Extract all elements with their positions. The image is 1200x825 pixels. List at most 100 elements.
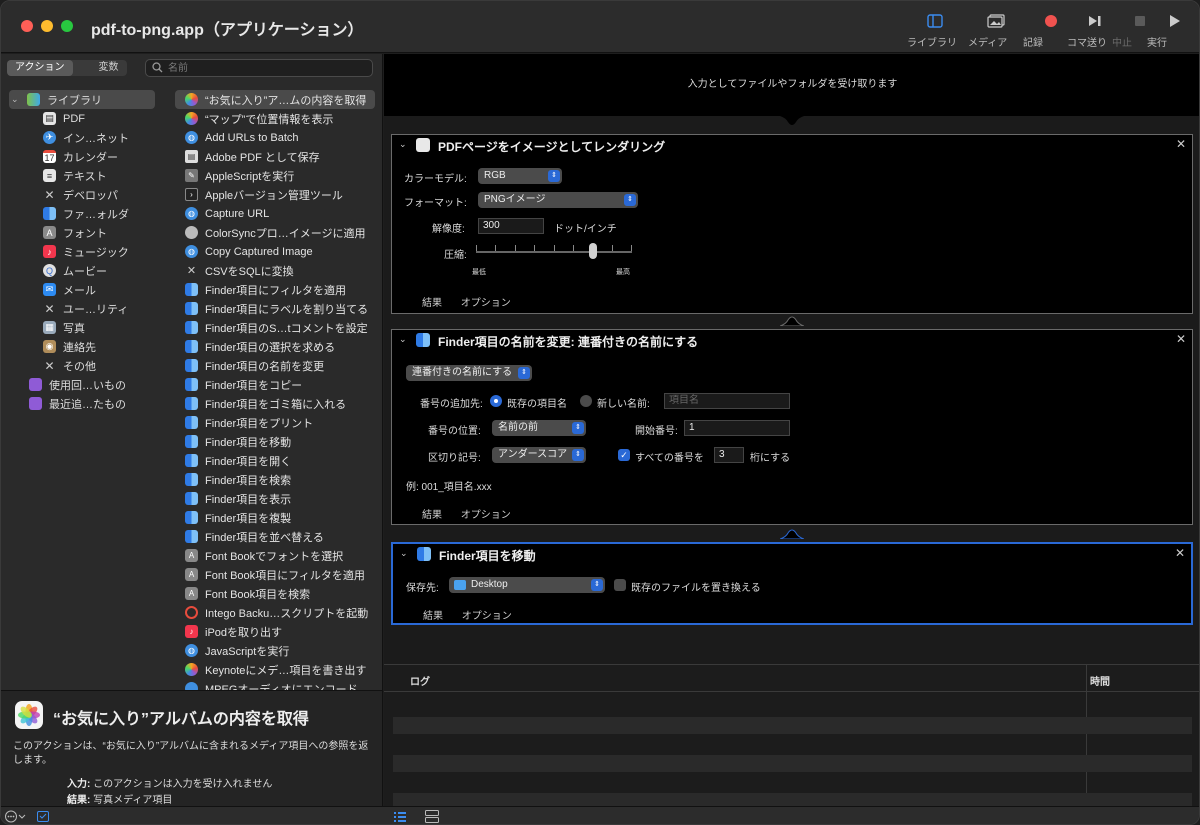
- rename-mode-popup[interactable]: 連番付きの名前にする ⇕: [406, 365, 532, 381]
- options-tab[interactable]: オプション: [462, 611, 512, 622]
- category-item-contacts[interactable]: ◉ 連絡先: [9, 337, 159, 356]
- zoom-window-button[interactable]: [61, 20, 73, 32]
- new-name-radio[interactable]: [580, 395, 592, 407]
- color-model-popup[interactable]: RGB ⇕: [478, 168, 562, 184]
- action-item[interactable]: A Font Book項目にフィルタを適用: [175, 565, 375, 584]
- action-item[interactable]: “マップ”で位置情報を表示: [175, 109, 375, 128]
- category-item-recently-added[interactable]: 最近追…たもの: [9, 394, 159, 413]
- start-number-field[interactable]: 1: [684, 420, 790, 436]
- existing-name-radio[interactable]: [490, 395, 502, 407]
- title-bar: pdf-to-png.app（アプリケーション） ライブラリ メディア 記録 コ…: [1, 1, 1199, 53]
- category-item-pdf[interactable]: ▤ PDF: [9, 109, 159, 128]
- options-tab[interactable]: オプション: [461, 510, 511, 521]
- category-item-fonts[interactable]: A フォント: [9, 223, 159, 242]
- close-icon[interactable]: ✕: [1176, 137, 1186, 151]
- media-toolbar-button[interactable]: メディア: [968, 11, 1024, 49]
- action-item[interactable]: A Font Bookでフォントを選択: [175, 546, 375, 565]
- search-icon: [152, 62, 163, 76]
- results-tab[interactable]: 結果: [422, 510, 442, 521]
- action-item[interactable]: ✎ AppleScriptを実行: [175, 166, 375, 185]
- separator-popup[interactable]: アンダースコア ⇕: [492, 447, 586, 463]
- close-icon[interactable]: ✕: [1176, 332, 1186, 346]
- new-name-field[interactable]: 項目名: [664, 393, 790, 409]
- chevron-down-icon[interactable]: ⌄: [399, 334, 407, 345]
- category-item-library[interactable]: ⌄ ライブラリ: [9, 90, 155, 109]
- chevron-down-icon[interactable]: ⌄: [399, 139, 407, 150]
- resolution-field[interactable]: 300: [478, 218, 544, 234]
- category-item-most-used[interactable]: 使用回…いもの: [9, 375, 159, 394]
- category-item-photos[interactable]: ▦ 写真: [9, 318, 159, 337]
- format-popup[interactable]: PNGイメージ ⇕: [478, 192, 638, 208]
- category-item-music[interactable]: ♪ ミュージック: [9, 242, 159, 261]
- category-item-mail[interactable]: ✉ メール: [9, 280, 159, 299]
- list-view-icon[interactable]: [394, 811, 406, 824]
- action-item[interactable]: Intego Backu…スクリプトを起動: [175, 603, 375, 622]
- movie-icon: Q: [43, 264, 56, 277]
- finder-icon: [185, 435, 198, 448]
- search-input[interactable]: [168, 61, 368, 75]
- category-item-developer[interactable]: ✕ デベロッパ: [9, 185, 159, 204]
- action-item[interactable]: Keynoteにメデ…項目を書き出す: [175, 660, 375, 679]
- log-column-header[interactable]: ログ: [410, 673, 430, 688]
- action-menu-icon[interactable]: [5, 810, 27, 824]
- close-icon[interactable]: ✕: [1175, 546, 1185, 560]
- category-item-files-folders[interactable]: ファ…ォルダ: [9, 204, 159, 223]
- time-column-header[interactable]: 時間: [1090, 673, 1110, 688]
- compression-slider[interactable]: [476, 251, 632, 253]
- script-icon: ✎: [185, 169, 198, 182]
- close-window-button[interactable]: [21, 20, 33, 32]
- show-description-icon[interactable]: [37, 811, 49, 824]
- category-item-calendar[interactable]: 17 カレンダー: [9, 147, 159, 166]
- category-item-movies[interactable]: Q ムービー: [9, 261, 159, 280]
- category-item-internet[interactable]: ✈ イン…ネット: [9, 128, 159, 147]
- tab-variables[interactable]: 変数: [91, 60, 127, 76]
- action-item[interactable]: ▤ Adobe PDF として保存: [175, 147, 375, 166]
- minimize-window-button[interactable]: [41, 20, 53, 32]
- options-tab[interactable]: オプション: [461, 298, 511, 309]
- action-item[interactable]: ◍ JavaScriptを実行: [175, 641, 375, 660]
- action-item[interactable]: ◍ Copy Captured Image: [175, 242, 375, 261]
- action-item[interactable]: Finder項目のS…tコメントを設定: [175, 318, 375, 337]
- category-item-text[interactable]: ≡ テキスト: [9, 166, 159, 185]
- chevron-down-icon[interactable]: ⌄: [400, 548, 408, 559]
- number-position-popup[interactable]: 名前の前 ⇕: [492, 420, 586, 436]
- action-item[interactable]: Finder項目を並べ替える: [175, 527, 375, 546]
- action-item[interactable]: Finder項目をコピー: [175, 375, 375, 394]
- run-toolbar-button[interactable]: 実行: [1147, 11, 1199, 49]
- action-item[interactable]: ◍ Capture URL: [175, 204, 375, 223]
- action-item[interactable]: A Font Book項目を検索: [175, 584, 375, 603]
- category-item-other[interactable]: ✕ その他: [9, 356, 159, 375]
- action-item[interactable]: ♪ iPodを取り出す: [175, 622, 375, 641]
- replace-existing-checkbox[interactable]: [614, 579, 626, 591]
- action-item[interactable]: “お気に入り”ア…ムの内容を取得: [175, 90, 375, 109]
- library-icon: [27, 93, 40, 106]
- action-item[interactable]: Finder項目をゴミ箱に入れる: [175, 394, 375, 413]
- action-item[interactable]: › Appleバージョン管理ツール: [175, 185, 375, 204]
- card-footer: 結果 オプション: [422, 506, 527, 521]
- category-item-utilities[interactable]: ✕ ユー…リティ: [9, 299, 159, 318]
- action-item[interactable]: Finder項目を検索: [175, 470, 375, 489]
- action-item[interactable]: ColorSyncプロ…イメージに適用: [175, 223, 375, 242]
- action-item[interactable]: Finder項目にラベルを割り当てる: [175, 299, 375, 318]
- action-item[interactable]: Finder項目を移動: [175, 432, 375, 451]
- action-item[interactable]: Finder項目を複製: [175, 508, 375, 527]
- compression-slider-knob[interactable]: [589, 243, 597, 259]
- library-toolbar-button[interactable]: ライブラリ: [907, 11, 963, 49]
- results-tab[interactable]: 結果: [422, 298, 442, 309]
- photo-icon: [968, 11, 1024, 31]
- action-item[interactable]: Finder項目を開く: [175, 451, 375, 470]
- action-item[interactable]: Finder項目の名前を変更: [175, 356, 375, 375]
- split-view-icon[interactable]: [425, 810, 439, 824]
- action-item[interactable]: Finder項目をプリント: [175, 413, 375, 432]
- pad-numbers-checkbox[interactable]: ✓: [618, 449, 630, 461]
- action-item[interactable]: Finder項目の選択を求める: [175, 337, 375, 356]
- action-item[interactable]: ✕ CSVをSQLに変換: [175, 261, 375, 280]
- results-tab[interactable]: 結果: [423, 611, 443, 622]
- tab-actions[interactable]: アクション: [7, 60, 73, 76]
- action-item[interactable]: Finder項目にフィルタを適用: [175, 280, 375, 299]
- action-item[interactable]: MPEGオーディオにエンコード: [175, 679, 375, 690]
- destination-popup[interactable]: Desktop ⇕: [449, 577, 605, 593]
- action-item[interactable]: ◍ Add URLs to Batch: [175, 128, 375, 147]
- digits-field[interactable]: 3: [714, 447, 744, 463]
- action-item[interactable]: Finder項目を表示: [175, 489, 375, 508]
